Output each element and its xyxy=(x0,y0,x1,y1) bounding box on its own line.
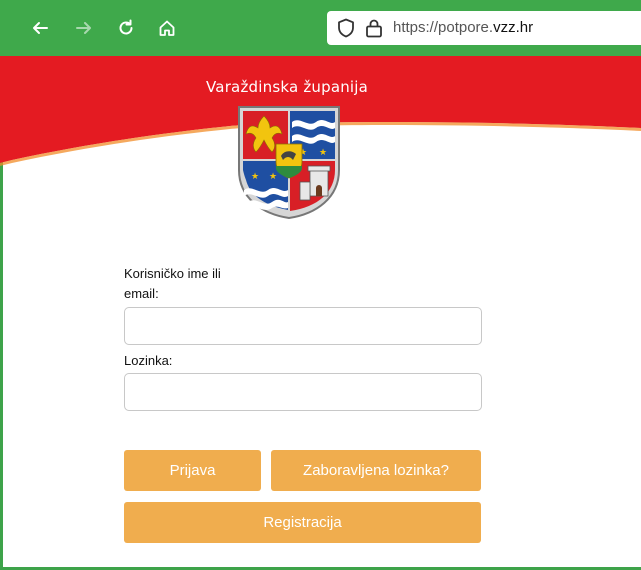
browser-toolbar: https://potpore.vzz.hr xyxy=(0,0,641,56)
login-button[interactable]: Prijava xyxy=(124,450,261,491)
shield-icon[interactable] xyxy=(335,17,357,39)
url-prefix: https://potpore. xyxy=(393,19,494,36)
back-icon[interactable] xyxy=(26,14,54,42)
forgot-password-button[interactable]: Zaboravljena lozinka? xyxy=(271,450,481,491)
password-label: Lozinka: xyxy=(124,353,173,368)
url-text[interactable]: https://potpore.vzz.hr xyxy=(393,19,533,36)
svg-text:★: ★ xyxy=(269,172,277,182)
url-domain: vzz.hr xyxy=(493,19,534,36)
forward-icon[interactable] xyxy=(70,14,98,42)
lock-icon[interactable] xyxy=(363,17,385,39)
address-bar[interactable]: https://potpore.vzz.hr xyxy=(327,11,641,45)
password-input[interactable] xyxy=(124,373,482,411)
reload-icon[interactable] xyxy=(112,14,140,42)
svg-text:★: ★ xyxy=(319,148,327,158)
county-name: Varaždinska županija xyxy=(206,78,369,96)
coat-of-arms-logo: ★ ★ ★ ★ xyxy=(238,106,340,220)
home-icon[interactable] xyxy=(153,14,181,42)
register-button[interactable]: Registracija xyxy=(124,502,481,543)
username-label-line1: Korisničko ime ili xyxy=(124,266,221,281)
username-input[interactable] xyxy=(124,307,482,345)
svg-text:★: ★ xyxy=(251,172,259,182)
username-label-line2: email: xyxy=(124,286,159,301)
